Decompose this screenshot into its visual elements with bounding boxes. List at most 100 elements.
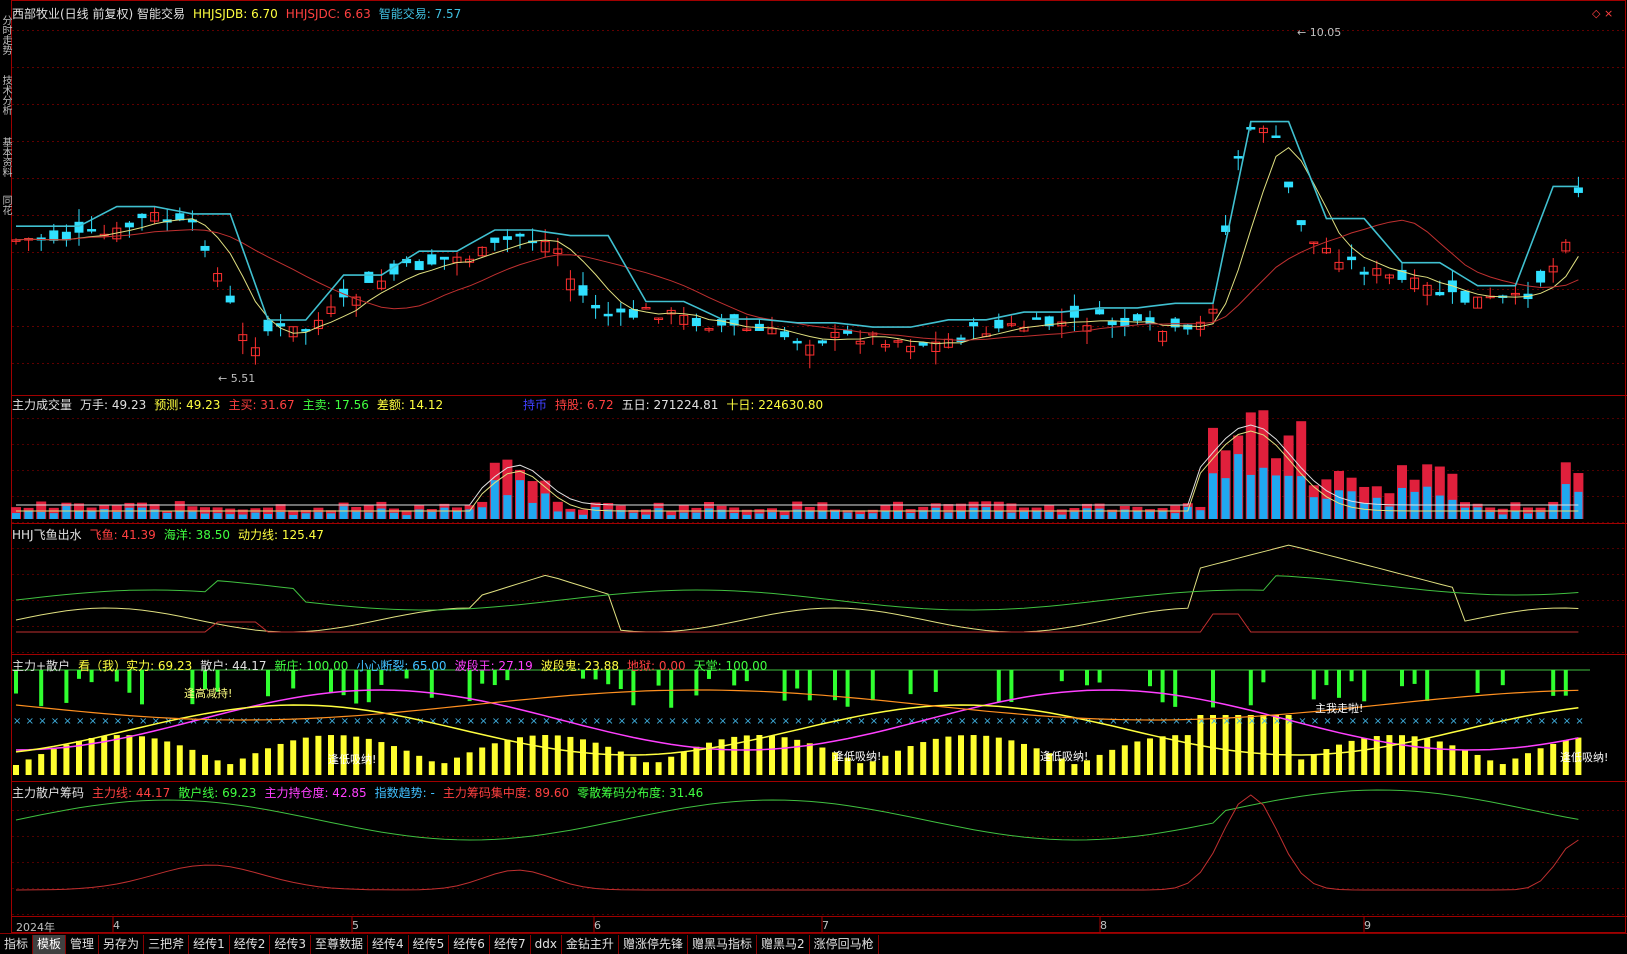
bottom-tab-15[interactable]: 赠涨停先锋 bbox=[619, 935, 688, 954]
x-marker: × bbox=[1538, 716, 1546, 727]
bottom-tab-12[interactable]: 经传7 bbox=[490, 935, 531, 954]
volume-bar-main-sell bbox=[528, 502, 537, 519]
window-restore-icon[interactable]: ◇ × bbox=[1592, 6, 1613, 22]
volume-bar-main-sell bbox=[62, 506, 71, 519]
x-marker: × bbox=[341, 716, 349, 727]
x-marker: × bbox=[1374, 716, 1382, 727]
candle-down bbox=[263, 319, 273, 332]
side-tab-timeshare[interactable]: 分时走势 bbox=[0, 6, 12, 64]
strength-bar bbox=[718, 739, 725, 775]
x-marker: × bbox=[782, 716, 790, 727]
stock-chart-canvas[interactable]: × × × × × × × × × × × × × × × × × × × × × × × × × × × × × × × × × × × × × × × ×… bbox=[0, 0, 1627, 953]
candle-down bbox=[628, 309, 638, 318]
strength-bar bbox=[756, 735, 763, 775]
bottom-tab-16[interactable]: 赠黑马指标 bbox=[688, 935, 757, 954]
volume-legend: 主力成交量 万手: 49.23 预测: 49.23 主买: 31.67 主卖: 17.5… bbox=[12, 397, 451, 413]
bottom-tab-18[interactable]: 涨停回马枪 bbox=[810, 935, 879, 954]
strength-bar bbox=[38, 754, 45, 775]
volume-bar-main-sell bbox=[37, 511, 46, 519]
candle-down bbox=[1347, 256, 1357, 261]
strength-bar bbox=[1033, 748, 1040, 775]
volume-bar-main-sell bbox=[226, 514, 235, 519]
volume-bar-main-sell bbox=[1309, 497, 1318, 519]
volume-bar-main-sell bbox=[163, 512, 172, 519]
strength-bar bbox=[630, 756, 637, 775]
bottom-tab-3[interactable]: 另存为 bbox=[99, 935, 145, 954]
strength-bar bbox=[1310, 754, 1317, 775]
volume-legend-item: 主力成交量 bbox=[12, 398, 73, 412]
bottom-tab-17[interactable]: 赠黑马2 bbox=[757, 935, 810, 954]
volume-bar-main-sell bbox=[490, 480, 499, 519]
green-spike bbox=[795, 670, 800, 689]
volume-bar-main-sell bbox=[478, 507, 487, 519]
candle-down bbox=[1032, 317, 1042, 320]
bottom-tab-bar: 指标 模板 管理 另存为 三把斧 经传1 经传2 经传3 至尊数据 经传4 经传5 经传6 经传7 ddx… bbox=[0, 933, 1627, 954]
green-spike bbox=[1248, 670, 1253, 706]
strength-bar bbox=[265, 748, 271, 775]
candle-down bbox=[691, 317, 701, 327]
candle-down bbox=[1246, 127, 1256, 130]
bottom-tab-4[interactable]: 三把斧 bbox=[144, 935, 190, 954]
bottom-tab-6[interactable]: 经传2 bbox=[230, 935, 271, 954]
candle-down bbox=[792, 340, 802, 344]
candle-down bbox=[918, 342, 928, 346]
strength-bar bbox=[1184, 735, 1191, 775]
x-marker: × bbox=[1424, 716, 1432, 727]
candle-down bbox=[364, 271, 374, 283]
strength-bar bbox=[25, 759, 32, 775]
strength-bar bbox=[491, 743, 498, 775]
strength-bar bbox=[1386, 735, 1393, 775]
bottom-tab-0[interactable]: 指标 bbox=[0, 935, 34, 954]
bottom-tab-8[interactable]: 至尊数据 bbox=[311, 935, 369, 954]
x-marker: × bbox=[693, 716, 701, 727]
side-tab-technical[interactable]: 技术分析 bbox=[0, 66, 12, 124]
candle-down bbox=[1120, 317, 1130, 327]
bottom-tab-1[interactable]: 模板 bbox=[33, 935, 67, 954]
volume-bar-main-sell bbox=[843, 512, 852, 519]
volume-legend-item: 预测: 49.23 bbox=[154, 398, 221, 412]
green-spike bbox=[1425, 670, 1430, 701]
bottom-tab-14[interactable]: 金钻主升 bbox=[562, 935, 619, 954]
strength-bar bbox=[1474, 754, 1481, 775]
bottom-tab-2[interactable]: 管理 bbox=[66, 935, 100, 954]
annotation-sell: 逢高减持! bbox=[184, 687, 233, 700]
strength-bar bbox=[580, 739, 586, 775]
green-spike bbox=[1059, 670, 1064, 682]
volume-bar-main-sell bbox=[1221, 478, 1230, 519]
bottom-tab-9[interactable]: 经传4 bbox=[368, 935, 409, 954]
x-marker: × bbox=[290, 716, 298, 727]
strength-bar bbox=[605, 746, 612, 775]
x-marker: × bbox=[240, 716, 248, 727]
candle-down bbox=[200, 245, 210, 251]
strength-bar bbox=[1134, 741, 1141, 775]
strength-bar bbox=[252, 753, 259, 775]
strength-bar bbox=[466, 752, 473, 775]
x-marker: × bbox=[819, 716, 827, 727]
volume-bar-main-sell bbox=[1536, 512, 1545, 519]
volume-bar-main-sell bbox=[440, 507, 449, 519]
green-spike bbox=[1324, 670, 1329, 686]
volume-bar-main-sell bbox=[944, 512, 953, 519]
strength-bar bbox=[1537, 748, 1544, 775]
bottom-tab-5[interactable]: 经传1 bbox=[189, 935, 230, 954]
x-marker: × bbox=[870, 716, 878, 727]
strength-bar bbox=[315, 735, 322, 775]
strength-bar bbox=[592, 742, 599, 775]
strength-bar bbox=[479, 747, 486, 775]
bottom-tab-13[interactable]: ddx bbox=[531, 935, 562, 954]
volume-bar-main-sell bbox=[1360, 503, 1369, 519]
strength-bar bbox=[567, 736, 574, 775]
chip-legend-item: 指数趋势: - bbox=[374, 786, 435, 800]
strength-bar bbox=[655, 762, 662, 775]
bottom-tab-11[interactable]: 经传6 bbox=[449, 935, 490, 954]
green-spike bbox=[1362, 670, 1367, 702]
bottom-tab-10[interactable]: 经传5 bbox=[409, 935, 450, 954]
main-force-legend: 主力+散户 看（我）实力: 69.23 散户: 44.17 新庄: 100.00 小心断… bbox=[12, 658, 775, 674]
chip-legend-item: 零散筹码分布度: 31.46 bbox=[577, 786, 704, 800]
side-tab-fundamental[interactable]: 基本资料 bbox=[0, 128, 12, 186]
x-marker: × bbox=[530, 716, 538, 727]
bottom-tab-7[interactable]: 经传3 bbox=[270, 935, 311, 954]
side-tab-ths[interactable]: 同花 bbox=[0, 190, 12, 220]
volume-bar-main-sell bbox=[352, 511, 361, 519]
green-spike bbox=[1475, 670, 1480, 694]
